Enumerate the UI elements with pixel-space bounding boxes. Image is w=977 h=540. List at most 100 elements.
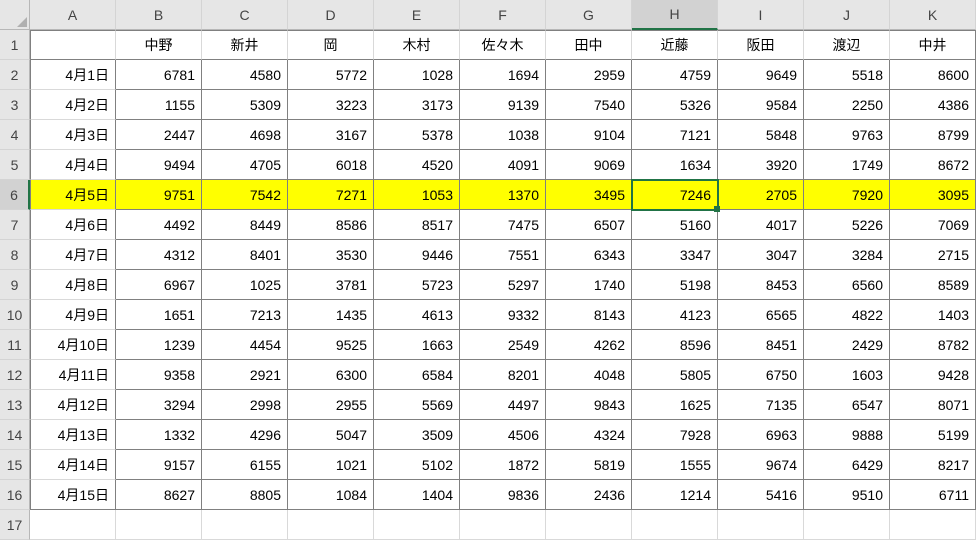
data-cell[interactable]: 7213: [202, 300, 288, 330]
data-cell[interactable]: 7920: [804, 180, 890, 210]
data-cell[interactable]: 7540: [546, 90, 632, 120]
data-cell[interactable]: 2549: [460, 330, 546, 360]
data-cell[interactable]: 4386: [890, 90, 976, 120]
data-cell[interactable]: 9751: [116, 180, 202, 210]
data-cell[interactable]: 4822: [804, 300, 890, 330]
header-cell[interactable]: 中野: [116, 30, 202, 60]
data-cell[interactable]: 8589: [890, 270, 976, 300]
date-label-cell[interactable]: 4月5日: [30, 180, 116, 210]
data-cell[interactable]: 4091: [460, 150, 546, 180]
data-cell[interactable]: 1555: [632, 450, 718, 480]
data-cell[interactable]: 2715: [890, 240, 976, 270]
data-cell[interactable]: 6547: [804, 390, 890, 420]
row-header[interactable]: 10: [0, 300, 30, 330]
header-cell[interactable]: 阪田: [718, 30, 804, 60]
row-header[interactable]: 11: [0, 330, 30, 360]
row-header[interactable]: 2: [0, 60, 30, 90]
column-header[interactable]: E: [374, 0, 460, 30]
data-cell[interactable]: 5198: [632, 270, 718, 300]
empty-cell[interactable]: [460, 510, 546, 540]
data-cell[interactable]: 4492: [116, 210, 202, 240]
data-cell[interactable]: 1663: [374, 330, 460, 360]
data-cell[interactable]: 8799: [890, 120, 976, 150]
column-header[interactable]: K: [890, 0, 976, 30]
data-cell[interactable]: 8517: [374, 210, 460, 240]
data-cell[interactable]: 6750: [718, 360, 804, 390]
header-cell[interactable]: 佐々木: [460, 30, 546, 60]
header-cell[interactable]: 中井: [890, 30, 976, 60]
data-cell[interactable]: 6018: [288, 150, 374, 180]
date-label-cell[interactable]: 4月8日: [30, 270, 116, 300]
data-cell[interactable]: 6429: [804, 450, 890, 480]
data-cell[interactable]: 6300: [288, 360, 374, 390]
column-header[interactable]: J: [804, 0, 890, 30]
data-cell[interactable]: 5819: [546, 450, 632, 480]
data-cell[interactable]: 8071: [890, 390, 976, 420]
data-cell[interactable]: 3920: [718, 150, 804, 180]
data-cell[interactable]: 9525: [288, 330, 374, 360]
data-cell[interactable]: 5848: [718, 120, 804, 150]
data-cell[interactable]: 8217: [890, 450, 976, 480]
date-label-cell[interactable]: 4月6日: [30, 210, 116, 240]
data-cell[interactable]: 4123: [632, 300, 718, 330]
empty-cell[interactable]: [374, 510, 460, 540]
column-header[interactable]: B: [116, 0, 202, 30]
data-cell[interactable]: 9069: [546, 150, 632, 180]
data-cell[interactable]: 4312: [116, 240, 202, 270]
row-header[interactable]: 5: [0, 150, 30, 180]
data-cell[interactable]: 7475: [460, 210, 546, 240]
header-cell[interactable]: 渡辺: [804, 30, 890, 60]
data-cell[interactable]: 9139: [460, 90, 546, 120]
data-cell[interactable]: 3284: [804, 240, 890, 270]
data-cell[interactable]: 4017: [718, 210, 804, 240]
data-cell[interactable]: 2921: [202, 360, 288, 390]
data-cell[interactable]: 4324: [546, 420, 632, 450]
data-cell[interactable]: 7542: [202, 180, 288, 210]
data-cell[interactable]: 7069: [890, 210, 976, 240]
data-cell[interactable]: 2436: [546, 480, 632, 510]
data-cell[interactable]: 9104: [546, 120, 632, 150]
data-cell[interactable]: 8449: [202, 210, 288, 240]
data-cell[interactable]: 1214: [632, 480, 718, 510]
empty-cell[interactable]: [202, 510, 288, 540]
data-cell[interactable]: 8782: [890, 330, 976, 360]
data-cell[interactable]: 8451: [718, 330, 804, 360]
data-cell[interactable]: 8596: [632, 330, 718, 360]
data-cell[interactable]: 5047: [288, 420, 374, 450]
date-label-cell[interactable]: 4月3日: [30, 120, 116, 150]
header-cell[interactable]: 新井: [202, 30, 288, 60]
data-cell[interactable]: 5723: [374, 270, 460, 300]
row-header[interactable]: 8: [0, 240, 30, 270]
data-cell[interactable]: 9358: [116, 360, 202, 390]
data-cell[interactable]: 7271: [288, 180, 374, 210]
data-cell[interactable]: 7135: [718, 390, 804, 420]
data-cell[interactable]: 3495: [546, 180, 632, 210]
data-cell[interactable]: 3167: [288, 120, 374, 150]
date-label-cell[interactable]: 4月15日: [30, 480, 116, 510]
data-cell[interactable]: 5805: [632, 360, 718, 390]
data-cell[interactable]: 4296: [202, 420, 288, 450]
data-cell[interactable]: 3530: [288, 240, 374, 270]
data-cell[interactable]: 5160: [632, 210, 718, 240]
data-cell[interactable]: 9494: [116, 150, 202, 180]
data-cell[interactable]: 4454: [202, 330, 288, 360]
cell-blank[interactable]: [30, 30, 116, 60]
data-cell[interactable]: 9649: [718, 60, 804, 90]
data-cell[interactable]: 1332: [116, 420, 202, 450]
row-header[interactable]: 17: [0, 510, 30, 540]
data-cell[interactable]: 2705: [718, 180, 804, 210]
date-label-cell[interactable]: 4月10日: [30, 330, 116, 360]
data-cell[interactable]: 1740: [546, 270, 632, 300]
date-label-cell[interactable]: 4月4日: [30, 150, 116, 180]
data-cell[interactable]: 1084: [288, 480, 374, 510]
data-cell[interactable]: 6507: [546, 210, 632, 240]
data-cell[interactable]: 3294: [116, 390, 202, 420]
data-cell[interactable]: 4698: [202, 120, 288, 150]
data-cell[interactable]: 3781: [288, 270, 374, 300]
data-cell[interactable]: 4580: [202, 60, 288, 90]
data-cell[interactable]: 1021: [288, 450, 374, 480]
data-cell[interactable]: 6963: [718, 420, 804, 450]
data-cell[interactable]: 2447: [116, 120, 202, 150]
data-cell[interactable]: 1028: [374, 60, 460, 90]
row-header[interactable]: 3: [0, 90, 30, 120]
